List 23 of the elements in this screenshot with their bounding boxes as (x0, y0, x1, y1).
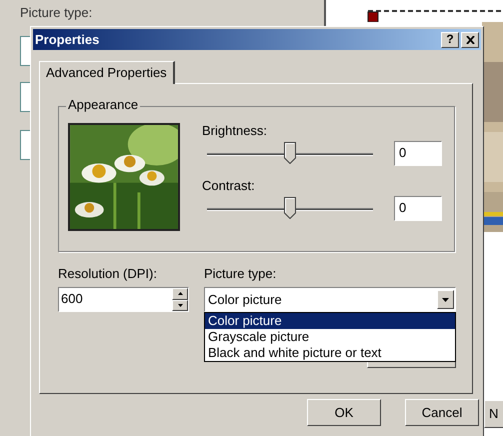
value-field[interactable]: 0 (394, 196, 442, 221)
dropdown-option[interactable]: Color picture (205, 313, 455, 329)
field-label: Picture type: (204, 266, 278, 282)
picture-type-dropdown[interactable]: Color picture (204, 287, 456, 312)
help-button[interactable]: ? (441, 32, 459, 48)
slider-thumb[interactable] (284, 142, 296, 164)
field-label: Resolution (DPI): (58, 266, 158, 282)
dialog-button[interactable]: OK (307, 399, 381, 426)
caret-icon (442, 298, 449, 302)
tab[interactable]: Advanced Properties (39, 61, 175, 84)
dropdown-option[interactable]: Grayscale picture (205, 329, 455, 345)
window-title: Properties (35, 30, 100, 49)
slider-label: Brightness: (202, 123, 268, 139)
close-icon (466, 36, 474, 44)
group-title: Appearance (66, 98, 140, 112)
dialog-button[interactable]: Cancel (405, 399, 479, 426)
dropdown-option[interactable]: Black and white picture or text (205, 345, 455, 361)
background-button[interactable]: N (484, 400, 503, 428)
field-label: Picture type: (20, 4, 92, 22)
value-field[interactable]: 0 (394, 141, 442, 166)
close-button[interactable] (461, 32, 479, 48)
slider-label: Contrast: (202, 178, 256, 194)
slider-thumb[interactable] (284, 196, 296, 218)
